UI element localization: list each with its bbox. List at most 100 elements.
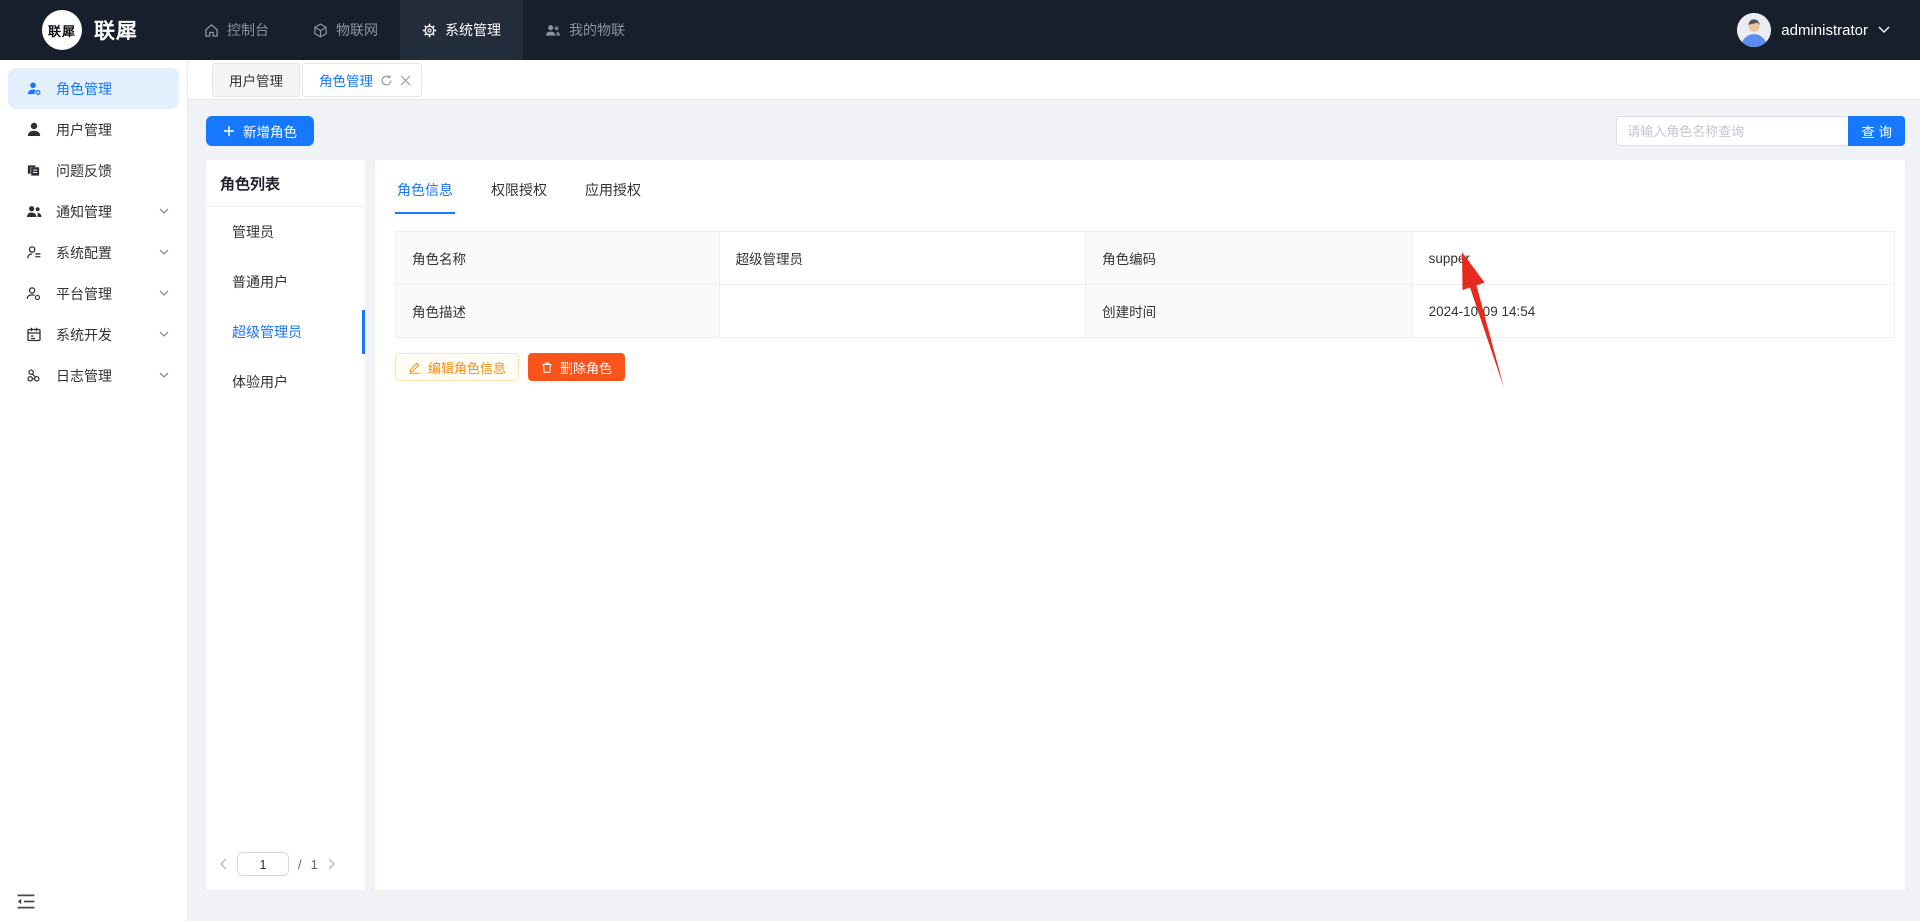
page-number-input[interactable] bbox=[237, 852, 289, 876]
page-tab-label: 角色管理 bbox=[319, 70, 373, 90]
action-row: 编辑角色信息 删除角色 bbox=[395, 353, 1895, 381]
search-group: 查 询 bbox=[1616, 116, 1905, 146]
trash-icon bbox=[541, 361, 553, 374]
sidebar-item-label: 用户管理 bbox=[56, 120, 112, 140]
page-tabbar: 用户管理 角色管理 bbox=[188, 60, 1920, 100]
role-name: 体验用户 bbox=[232, 372, 288, 392]
role-list-item-normal-user[interactable]: 普通用户 bbox=[206, 257, 365, 307]
nav-item-console[interactable]: 控制台 bbox=[182, 0, 291, 60]
role-list-panel: 角色列表 管理员 普通用户 超级管理员 体验用户 bbox=[206, 160, 365, 890]
team-icon bbox=[545, 23, 561, 38]
pencil-icon bbox=[408, 361, 421, 374]
main-content: 新增角色 查 询 角色列表 管理员 普通用户 超级管理员 bbox=[188, 100, 1920, 921]
role-list-item-super-admin[interactable]: 超级管理员 bbox=[206, 307, 365, 357]
search-button[interactable]: 查 询 bbox=[1848, 116, 1905, 146]
role-list-title: 角色列表 bbox=[206, 160, 365, 206]
table-row: 角色名称 超级管理员 角色编码 supper bbox=[396, 232, 1894, 284]
sidebar-item-log-management[interactable]: 日志管理 bbox=[8, 355, 179, 396]
table-row: 角色描述 创建时间 2024-10-09 14:54 bbox=[396, 284, 1894, 337]
user-menu[interactable]: administrator bbox=[1737, 13, 1890, 47]
sidebar-item-feedback[interactable]: 问题反馈 bbox=[8, 150, 179, 191]
role-icon bbox=[25, 81, 42, 96]
plus-icon bbox=[223, 125, 235, 137]
nav-item-system-management[interactable]: 系统管理 bbox=[400, 0, 523, 60]
nav-item-iot[interactable]: 物联网 bbox=[291, 0, 400, 60]
tab-role-info[interactable]: 角色信息 bbox=[395, 174, 455, 214]
role-detail-panel: 角色信息 权限授权 应用授权 角色名称 超级管理员 角色编码 supper 角色… bbox=[375, 160, 1905, 890]
field-label-created-time: 创建时间 bbox=[1086, 285, 1413, 337]
sidebar-item-platform-management[interactable]: 平台管理 bbox=[8, 273, 179, 314]
page-tab-label: 用户管理 bbox=[229, 70, 283, 90]
page-total: 1 bbox=[311, 857, 318, 872]
nav-item-label: 我的物联 bbox=[569, 20, 625, 40]
sidebar-item-label: 问题反馈 bbox=[56, 161, 112, 181]
chevron-down-icon bbox=[159, 249, 169, 256]
close-icon[interactable] bbox=[400, 75, 411, 86]
sidebar: 角色管理 用户管理 问题反馈 通知管理 系统配置 平台管理 bbox=[0, 60, 188, 921]
sidebar-item-label: 系统开发 bbox=[56, 325, 112, 345]
toolbar: 新增角色 查 询 bbox=[206, 116, 1905, 160]
develop-icon bbox=[25, 327, 42, 342]
role-name: 超级管理员 bbox=[232, 322, 302, 342]
role-name: 普通用户 bbox=[232, 272, 288, 292]
field-value-created-time: 2024-10-09 14:54 bbox=[1413, 285, 1894, 337]
main-nav: 控制台 物联网 系统管理 我的物联 bbox=[182, 0, 647, 60]
detail-tabs: 角色信息 权限授权 应用授权 bbox=[395, 174, 1895, 214]
sidebar-item-label: 平台管理 bbox=[56, 284, 112, 304]
sidebar-item-label: 角色管理 bbox=[56, 79, 112, 99]
sidebar-item-system-develop[interactable]: 系统开发 bbox=[8, 314, 179, 355]
tab-permission-auth[interactable]: 权限授权 bbox=[489, 174, 549, 214]
selected-indicator bbox=[362, 310, 365, 354]
log-icon bbox=[25, 368, 42, 383]
role-name: 管理员 bbox=[232, 222, 274, 242]
brand-logo[interactable]: 联犀 联犀 bbox=[42, 10, 138, 50]
tab-application-auth[interactable]: 应用授权 bbox=[583, 174, 643, 214]
chevron-down-icon bbox=[159, 331, 169, 338]
role-list-item-admin[interactable]: 管理员 bbox=[206, 207, 365, 257]
field-label-role-name: 角色名称 bbox=[396, 232, 720, 284]
nav-item-label: 控制台 bbox=[227, 20, 269, 40]
field-label-role-description: 角色描述 bbox=[396, 285, 720, 337]
add-role-label: 新增角色 bbox=[243, 121, 297, 141]
page-tab-role-management[interactable]: 角色管理 bbox=[302, 63, 422, 97]
role-list-item-trial-user[interactable]: 体验用户 bbox=[206, 357, 365, 407]
notification-icon bbox=[25, 204, 42, 219]
prev-page-icon[interactable] bbox=[219, 858, 228, 870]
nav-item-label: 物联网 bbox=[336, 20, 378, 40]
home-icon bbox=[204, 23, 219, 38]
chevron-down-icon bbox=[159, 372, 169, 379]
panel-gap bbox=[365, 160, 375, 890]
chevron-down-icon bbox=[159, 290, 169, 297]
user-icon bbox=[25, 122, 42, 137]
field-label-role-code: 角色编码 bbox=[1086, 232, 1413, 284]
sidebar-item-label: 系统配置 bbox=[56, 243, 112, 263]
sidebar-item-label: 日志管理 bbox=[56, 366, 112, 386]
feedback-icon bbox=[25, 163, 42, 178]
sidebar-item-role-management[interactable]: 角色管理 bbox=[8, 68, 179, 109]
gear-icon bbox=[422, 23, 437, 38]
logo-circle-icon: 联犀 bbox=[42, 10, 82, 50]
edit-role-button[interactable]: 编辑角色信息 bbox=[395, 353, 519, 381]
next-page-icon[interactable] bbox=[327, 858, 336, 870]
nav-item-my-iot[interactable]: 我的物联 bbox=[523, 0, 647, 60]
add-role-button[interactable]: 新增角色 bbox=[206, 116, 314, 146]
role-search-input[interactable] bbox=[1616, 116, 1848, 146]
brand-name: 联犀 bbox=[94, 15, 138, 45]
chevron-down-icon bbox=[1878, 26, 1890, 34]
sidebar-item-label: 通知管理 bbox=[56, 202, 112, 222]
platform-icon bbox=[25, 286, 42, 301]
sidebar-item-user-management[interactable]: 用户管理 bbox=[8, 109, 179, 150]
refresh-icon[interactable] bbox=[380, 74, 393, 87]
menu-fold-button[interactable] bbox=[0, 887, 187, 913]
user-avatar bbox=[1737, 13, 1771, 47]
field-value-role-code: supper bbox=[1413, 232, 1894, 284]
page-separator: / bbox=[298, 857, 302, 872]
sidebar-item-system-config[interactable]: 系统配置 bbox=[8, 232, 179, 273]
delete-role-button[interactable]: 删除角色 bbox=[528, 353, 625, 381]
user-name: administrator bbox=[1781, 22, 1868, 39]
page-tab-user-management[interactable]: 用户管理 bbox=[212, 63, 300, 97]
system-config-icon bbox=[25, 245, 42, 260]
pagination: / 1 bbox=[206, 852, 365, 890]
sidebar-item-notification-management[interactable]: 通知管理 bbox=[8, 191, 179, 232]
role-items: 管理员 普通用户 超级管理员 体验用户 bbox=[206, 207, 365, 407]
